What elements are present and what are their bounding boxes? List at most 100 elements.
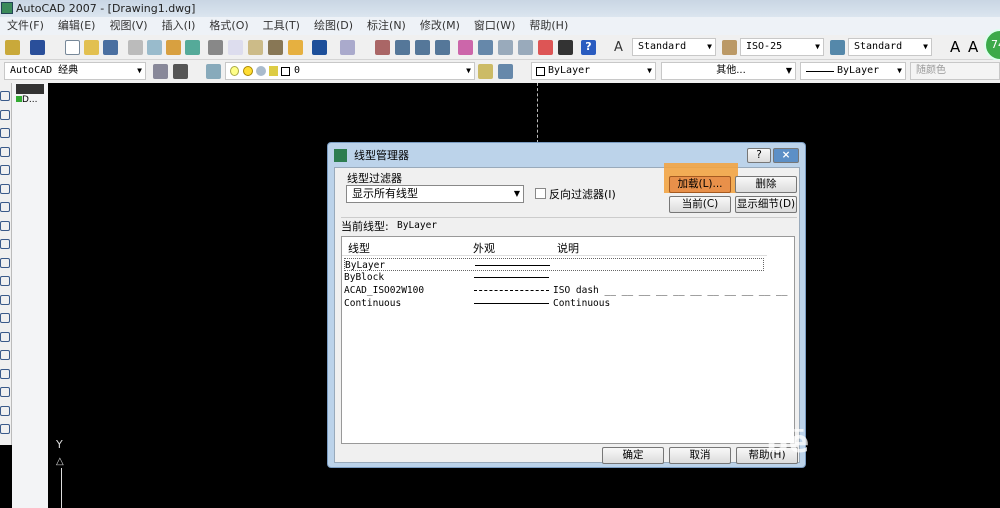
chevron-down-icon: ▼ [466, 66, 471, 75]
properties-icon[interactable] [458, 40, 473, 55]
help-button[interactable]: ? [747, 148, 771, 163]
block-editor-icon[interactable] [288, 40, 303, 55]
cancel-button[interactable]: 取消 [669, 447, 731, 464]
sheet-set-icon[interactable] [518, 40, 533, 55]
show-details-button[interactable]: 显示细节(D) [735, 196, 797, 213]
help-icon[interactable]: ? [581, 40, 596, 55]
menu-insert[interactable]: 插入(I) [155, 17, 203, 35]
paste-icon[interactable] [248, 40, 263, 55]
edit-text-icon[interactable]: A [968, 38, 978, 56]
insert-block-icon[interactable] [0, 294, 10, 305]
gradient-icon[interactable] [0, 368, 10, 379]
column-description[interactable]: 说明 [557, 240, 579, 256]
multiline-text-icon[interactable] [0, 424, 10, 434]
load-button[interactable]: 加载(L)... [669, 176, 731, 193]
preview-icon[interactable] [147, 40, 162, 55]
spline-icon[interactable] [0, 239, 10, 249]
point-icon[interactable] [0, 331, 10, 342]
zoom-realtime-icon[interactable] [395, 40, 410, 55]
filter-select[interactable]: 显示所有线型 ▼ [346, 185, 524, 203]
construction-line-icon[interactable] [0, 109, 10, 120]
menu-format[interactable]: 格式(O) [202, 17, 255, 35]
zoom-previous-icon[interactable] [435, 40, 450, 55]
list-item[interactable]: ACAD_ISO02W100 ISO dash __ __ __ __ __ __… [344, 284, 788, 297]
text-style-value: Standard [638, 41, 687, 52]
new-icon[interactable] [65, 40, 80, 55]
menu-file[interactable]: 文件(F) [0, 17, 51, 35]
workspace-settings-icon[interactable] [153, 64, 168, 79]
circle-icon[interactable] [0, 202, 10, 212]
hatch-icon[interactable] [0, 350, 10, 360]
sun-icon[interactable] [243, 66, 253, 76]
publish-icon[interactable] [166, 40, 181, 55]
rectangle-icon[interactable] [0, 165, 10, 175]
polyline-icon[interactable] [0, 128, 10, 138]
polygon-icon[interactable] [0, 146, 10, 157]
make-block-icon[interactable] [0, 313, 10, 323]
list-item[interactable]: ByBlock [344, 271, 764, 284]
table-icon[interactable] [0, 405, 10, 416]
ok-button[interactable]: 确定 [602, 447, 664, 464]
zoom-window-icon[interactable] [415, 40, 430, 55]
text-icon[interactable]: A [950, 38, 960, 56]
copy-icon[interactable] [228, 40, 243, 55]
column-appearance[interactable]: 外观 [473, 240, 495, 256]
menu-help[interactable]: 帮助(H) [522, 17, 575, 35]
column-linetype[interactable]: 线型 [348, 240, 370, 256]
menu-tools[interactable]: 工具(T) [256, 17, 307, 35]
lock-icon[interactable] [269, 66, 278, 76]
menu-window[interactable]: 窗口(W) [467, 17, 522, 35]
region-icon[interactable] [0, 387, 10, 397]
linetype-list[interactable]: 线型 外观 说明 ByLayer ByBlock ACAD_ISO02W100 ISO… [341, 236, 795, 444]
design-center-icon[interactable] [478, 40, 493, 55]
color-select[interactable]: ByLayer ▼ [531, 62, 656, 80]
palette-tab[interactable]: D... [16, 95, 38, 105]
calculator-icon[interactable] [558, 40, 573, 55]
pan-icon[interactable] [375, 40, 390, 55]
save-icon[interactable] [103, 40, 118, 55]
open-icon[interactable] [84, 40, 99, 55]
markup-icon[interactable] [538, 40, 553, 55]
filter-value: 显示所有线型 [352, 187, 418, 200]
workspace-value: AutoCAD 经典 [10, 65, 79, 76]
lightbulb-icon[interactable] [230, 66, 239, 76]
layer-manager-icon[interactable] [206, 64, 221, 79]
linetype-select[interactable]: 其他... ▼ [661, 62, 796, 80]
layer-previous-icon[interactable] [498, 64, 513, 79]
freeze-icon[interactable] [256, 66, 266, 76]
list-item[interactable]: ByLayer [344, 258, 764, 271]
print-icon[interactable] [128, 40, 143, 55]
close-button[interactable]: × [773, 148, 799, 163]
table-style-select[interactable]: Standard ▼ [848, 38, 932, 56]
workspace-icon[interactable] [5, 40, 20, 55]
menu-edit[interactable]: 编辑(E) [51, 17, 103, 35]
web-icon[interactable] [185, 40, 200, 55]
undo-icon[interactable] [312, 40, 327, 55]
dim-style-select[interactable]: ISO-25 ▼ [740, 38, 824, 56]
text-style-select[interactable]: Standard ▼ [632, 38, 716, 56]
lineweight-select[interactable]: ByLayer ▼ [800, 62, 906, 80]
invert-filter-checkbox[interactable] [535, 188, 546, 199]
delete-button[interactable]: 删除 [735, 176, 797, 193]
cut-icon[interactable] [208, 40, 223, 55]
layer-select[interactable]: 0 ▼ [225, 62, 475, 80]
make-current-layer-icon[interactable] [478, 64, 493, 79]
chevron-down-icon: ▼ [815, 42, 820, 51]
redo-icon[interactable] [340, 40, 355, 55]
set-current-button[interactable]: 当前(C) [669, 196, 731, 213]
arc-icon[interactable] [0, 183, 10, 194]
list-item[interactable]: Continuous Continuous [344, 297, 764, 310]
revision-cloud-icon[interactable] [0, 220, 10, 231]
tool-palettes-icon[interactable] [498, 40, 513, 55]
match-properties-icon[interactable] [268, 40, 283, 55]
line-icon[interactable] [0, 91, 10, 101]
menu-dimension[interactable]: 标注(N) [360, 17, 413, 35]
ellipse-icon[interactable] [0, 257, 10, 268]
workspace-select[interactable]: AutoCAD 经典 ▼ [4, 62, 146, 80]
menu-view[interactable]: 视图(V) [102, 17, 154, 35]
menu-draw[interactable]: 绘图(D) [307, 17, 360, 35]
ellipse-arc-icon[interactable] [0, 276, 10, 286]
aec-icon[interactable] [30, 40, 45, 55]
save-workspace-icon[interactable] [173, 64, 188, 79]
menu-modify[interactable]: 修改(M) [413, 17, 467, 35]
